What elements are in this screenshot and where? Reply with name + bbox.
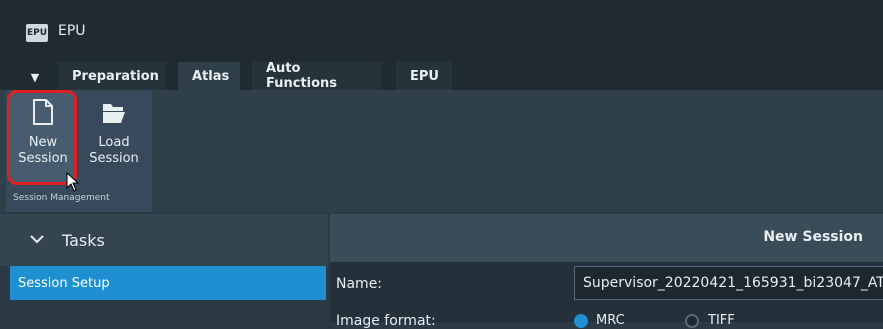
title-bar: EPU EPU — [0, 0, 883, 62]
app-title: EPU — [58, 23, 86, 39]
epu-logo-icon: EPU — [26, 24, 48, 42]
tab-preparation[interactable]: Preparation — [58, 62, 166, 90]
image-format-label: Image format: — [336, 313, 436, 329]
new-session-button[interactable]: New Session — [9, 94, 77, 182]
tasks-header[interactable]: Tasks — [0, 214, 328, 266]
new-session-panel: New Session Name: Supervisor_20220421_16… — [330, 214, 883, 329]
open-folder-icon — [101, 98, 127, 131]
tab-menu-chevron-down-icon[interactable]: ▼ — [26, 68, 44, 86]
name-label: Name: — [336, 276, 383, 292]
chevron-down-icon — [30, 232, 44, 248]
radio-mrc-label: MRC — [596, 313, 625, 328]
radio-mrc[interactable] — [574, 314, 588, 328]
radio-tiff-label: TIFF — [708, 313, 735, 328]
tab-auto-functions[interactable]: Auto Functions — [252, 61, 382, 91]
tab-bar: ▼ Preparation Atlas Auto Functions EPU — [0, 61, 883, 91]
panel-header: New Session — [330, 214, 883, 262]
task-item-session-setup[interactable]: Session Setup — [10, 266, 326, 300]
radio-tiff[interactable] — [685, 314, 699, 328]
group-label: Session Management — [13, 193, 110, 203]
tab-atlas[interactable]: Atlas — [178, 62, 240, 90]
mouse-cursor-icon — [66, 171, 80, 196]
tasks-panel: Tasks Session Setup — [0, 214, 328, 322]
panel-title: New Session — [763, 229, 863, 245]
new-document-icon — [32, 98, 54, 131]
session-name-input[interactable]: Supervisor_20220421_165931_bi23047_ATLAS — [574, 266, 883, 300]
load-session-button[interactable]: Load Session — [80, 94, 148, 182]
tab-epu[interactable]: EPU — [396, 62, 452, 90]
tasks-title: Tasks — [62, 230, 105, 250]
